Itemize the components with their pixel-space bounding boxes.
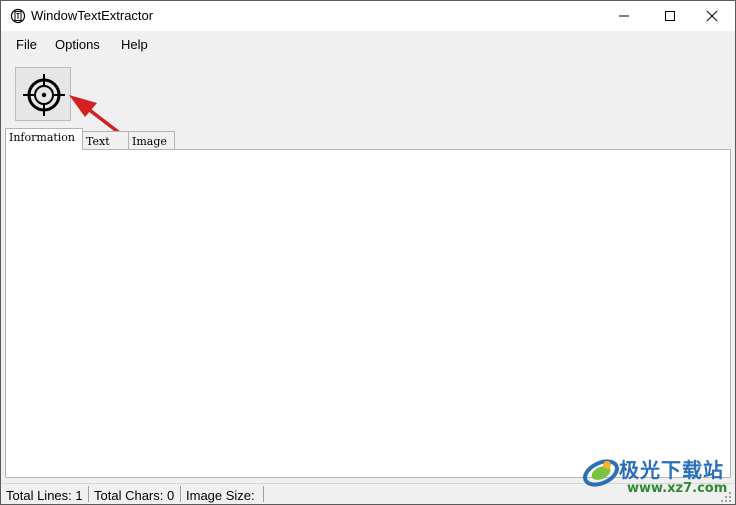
status-divider	[263, 486, 264, 502]
information-panel[interactable]	[5, 149, 731, 478]
close-button[interactable]	[689, 1, 735, 31]
watermark-logo-icon	[583, 459, 619, 487]
maximize-button[interactable]	[647, 1, 693, 31]
menu-bar: File Options Help	[1, 31, 735, 57]
app-icon	[10, 8, 26, 24]
tab-image[interactable]: Image	[129, 131, 175, 150]
tab-information[interactable]: Information	[5, 128, 83, 150]
tab-text[interactable]: Text	[83, 131, 129, 150]
minimize-icon	[619, 15, 629, 17]
menu-options[interactable]: Options	[55, 37, 100, 52]
watermark-url: www.xz7.com	[627, 481, 728, 496]
status-total-chars: Total Chars: 0	[94, 488, 175, 503]
menu-help[interactable]: Help	[121, 37, 148, 52]
maximize-icon	[665, 11, 675, 21]
title-bar: WindowTextExtractor	[1, 1, 735, 31]
menu-file[interactable]: File	[16, 37, 37, 52]
window-title: WindowTextExtractor	[31, 8, 154, 23]
app-window: WindowTextExtractor File Options Help In…	[0, 0, 736, 505]
status-divider	[180, 486, 181, 502]
status-total-lines: Total Lines: 1	[6, 488, 83, 503]
watermark-title: 极光下载站	[619, 458, 724, 482]
status-divider	[88, 486, 89, 502]
status-image-size: Image Size:	[186, 488, 255, 503]
watermark: 极光下载站 www.xz7.com	[581, 451, 731, 501]
close-icon	[706, 10, 718, 22]
minimize-button[interactable]	[601, 1, 647, 31]
